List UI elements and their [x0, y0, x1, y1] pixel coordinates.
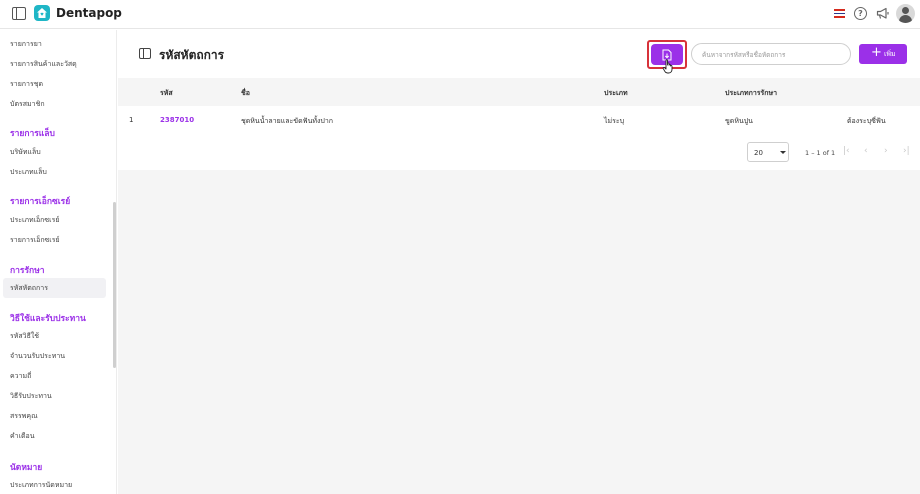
sidebar-item-frequency[interactable]: ความถี่ — [10, 371, 31, 382]
sidebar-item-warnings[interactable]: คำเตือน — [10, 431, 35, 442]
sidebar-heading-xray: รายการเอ็กซเรย์ — [10, 197, 71, 207]
row-name: ชุดหินน้ำลายและขัดฟันทั้งปาก — [241, 117, 334, 125]
sidebar-heading-treatment: การรักษา — [10, 266, 45, 276]
page-header: รหัสหัตถการ ค้นหาจากรหัสหรือชื่อหัตถการ … — [118, 30, 920, 78]
sidebar-item-member-card[interactable]: บัตรสมาชิก — [10, 99, 45, 110]
row-type: ไม่ระบุ — [604, 117, 625, 125]
row-tooth-requirement: ต้องระบุซี่ฟัน — [847, 117, 886, 125]
sidebar-item-products[interactable]: รายการสินค้าและวัสดุ — [10, 59, 77, 70]
user-avatar[interactable] — [896, 4, 915, 23]
column-header-code[interactable]: รหัส — [160, 88, 173, 99]
sidebar-item-lab-type[interactable]: ประเภทแล็บ — [10, 167, 47, 178]
first-page-icon[interactable]: |‹ — [843, 146, 850, 156]
megaphone-icon[interactable] — [876, 7, 890, 20]
row-treatment-type: ขูดหินปูน — [725, 117, 753, 125]
row-code-link[interactable]: 2387010 — [160, 116, 194, 124]
table-header: รหัส ชื่อ ประเภท ประเภทการรักษา — [118, 78, 920, 106]
page-title: รหัสหัตถการ — [159, 48, 225, 62]
table-row[interactable]: 1 2387010 ชุดหินน้ำลายและขัดฟันทั้งปาก ไ… — [118, 106, 920, 134]
sidebar-item-drugs[interactable]: รายการยา — [10, 39, 42, 50]
sidebar-scrollbar[interactable] — [113, 202, 116, 368]
column-header-treatment-type[interactable]: ประเภทการรักษา — [725, 88, 777, 99]
sidebar-item-appointment-type[interactable]: ประเภทการนัดหมาย — [10, 480, 72, 491]
previous-page-icon[interactable]: ‹ — [864, 146, 868, 156]
dentapop-logo-icon[interactable] — [34, 5, 50, 21]
sidebar-heading-lab: รายการแล็บ — [10, 129, 55, 139]
sidebar-item-procedure-code[interactable]: รหัสหัตถการ — [10, 283, 48, 294]
sidebar-item-dose-amount[interactable]: จำนวนรับประทาน — [10, 351, 65, 362]
sidebar-item-sets[interactable]: รายการชุด — [10, 79, 43, 90]
sidebar-item-dosing-method[interactable]: วิธีรับประทาน — [10, 391, 52, 402]
add-button-label: เพิ่ม — [884, 50, 896, 58]
add-button[interactable]: + เพิ่ม — [859, 44, 907, 64]
app-name: Dentapop — [56, 6, 122, 20]
sidebar-item-usage-code[interactable]: รหัสวิธีใช้ — [10, 331, 39, 342]
main-content: รหัสหัตถการ ค้นหาจากรหัสหรือชื่อหัตถการ … — [118, 30, 920, 494]
sidebar-item-lab-company[interactable]: บริษัทแล็บ — [10, 147, 41, 158]
pagination-bar: 20 1 – 1 of 1 |‹ ‹ › ›| — [118, 134, 920, 170]
row-index: 1 — [129, 116, 134, 124]
help-icon[interactable]: ? — [854, 7, 867, 20]
hand-cursor-icon — [662, 59, 673, 74]
sidebar-heading-usage: วิธีใช้และรับประทาน — [10, 314, 86, 324]
pagination-range: 1 – 1 of 1 — [805, 149, 836, 157]
panel-icon — [139, 48, 151, 59]
sidebar-item-indications[interactable]: สรรพคุณ — [10, 411, 38, 422]
chevron-down-icon[interactable] — [780, 151, 786, 154]
search-input[interactable]: ค้นหาจากรหัสหรือชื่อหัตถการ — [691, 43, 851, 65]
column-header-type[interactable]: ประเภท — [604, 88, 628, 99]
next-page-icon[interactable]: › — [884, 146, 888, 156]
sidebar: รายการยา รายการสินค้าและวัสดุ รายการชุด … — [0, 30, 117, 494]
thai-flag-icon[interactable] — [834, 9, 845, 18]
sidebar-item-xray-list[interactable]: รายการเอ็กซเรย์ — [10, 235, 60, 246]
top-bar: Dentapop ? — [0, 0, 920, 29]
column-header-name[interactable]: ชื่อ — [241, 88, 250, 99]
sidebar-item-xray-type[interactable]: ประเภทเอ็กซเรย์ — [10, 215, 59, 226]
sidebar-toggle-icon[interactable] — [12, 7, 26, 20]
plus-icon: + — [871, 45, 882, 60]
sidebar-heading-appointment: นัดหมาย — [10, 463, 43, 473]
last-page-icon[interactable]: ›| — [903, 146, 910, 156]
